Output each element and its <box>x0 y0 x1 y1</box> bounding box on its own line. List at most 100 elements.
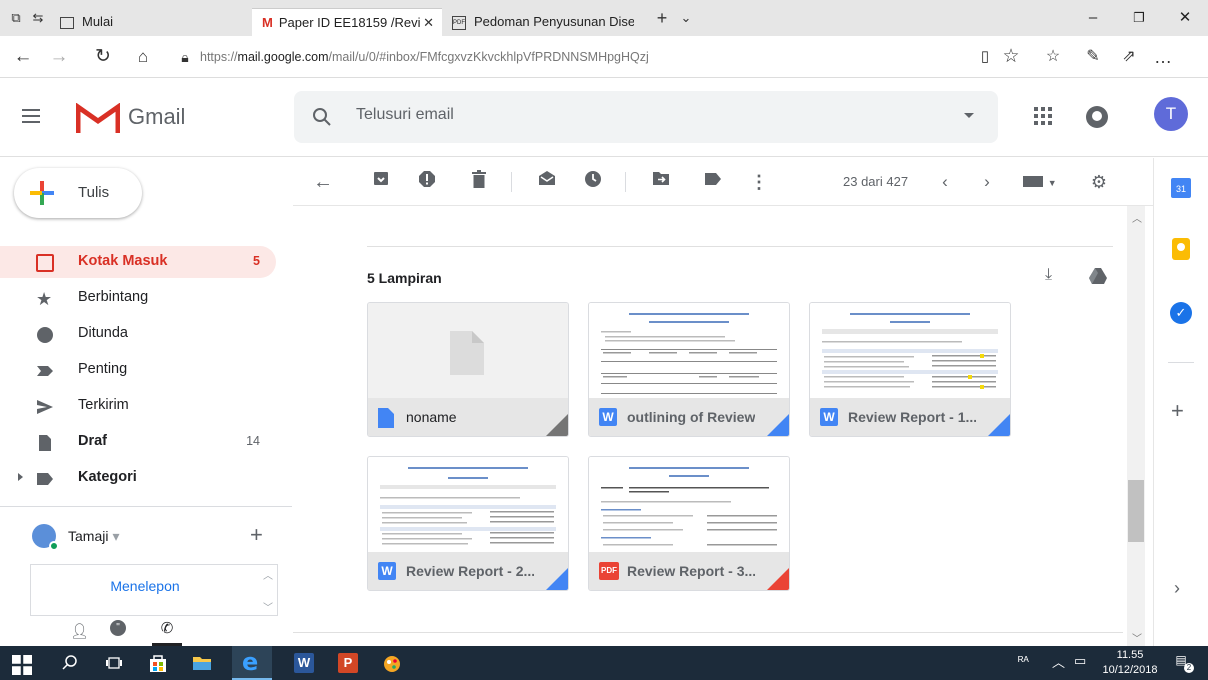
web-note-icon[interactable]: ✎ <box>1080 44 1106 70</box>
scroll-up-icon[interactable]: ︿ <box>1132 210 1142 225</box>
scrollbar-thumb[interactable] <box>1128 480 1144 542</box>
scroll-down-icon[interactable]: ﹀ <box>263 599 273 614</box>
nav-item-terkirim[interactable]: Terkirim <box>0 390 276 422</box>
search-icon[interactable] <box>60 653 80 673</box>
keep-icon[interactable] <box>1172 238 1190 260</box>
attachment-card-noname[interactable]: noname <box>367 302 569 437</box>
paint-app-icon[interactable] <box>382 653 402 673</box>
download-all-icon[interactable]: ⤓ <box>1045 266 1052 284</box>
toolbar-divider <box>625 172 626 192</box>
apps-grid-icon[interactable] <box>1034 107 1052 125</box>
restore-icon[interactable]: ❐ <box>1116 0 1162 36</box>
nav-item-kotak-masuk[interactable]: Kotak Masuk 5 <box>0 246 276 278</box>
attachment-card-review-report-1[interactable]: W Review Report - 1.... <box>809 302 1011 437</box>
show-side-panel-icon[interactable]: › <box>1174 578 1180 599</box>
browser-tab-mulai[interactable]: Mulai <box>54 8 250 36</box>
notifications-icon[interactable] <box>1086 106 1108 128</box>
tasks-icon[interactable]: ✓ <box>1170 302 1192 324</box>
favorites-hub-icon[interactable]: ☆ <box>1040 44 1066 70</box>
gmail-logo-text[interactable]: Gmail <box>128 104 185 130</box>
report-spam-icon[interactable] <box>415 170 439 194</box>
scroll-up-icon[interactable]: ︿ <box>263 567 273 582</box>
new-conversation-icon[interactable]: + <box>250 522 263 548</box>
browser-tab-pedoman[interactable]: PDF Pedoman Penyusunan Diser <box>444 8 634 36</box>
nav-item-berbintang[interactable]: ★ Berbintang <box>0 282 276 314</box>
more-icon[interactable]: … <box>1150 44 1176 70</box>
snooze-clock-icon[interactable] <box>581 170 605 194</box>
main-menu-icon[interactable] <box>22 109 40 123</box>
gmail-logo-icon[interactable] <box>76 103 120 135</box>
calendar-icon[interactable]: 31 <box>1171 178 1191 198</box>
edge-taskbar-button[interactable]: e <box>232 646 272 680</box>
minimize-icon[interactable]: – <box>1070 0 1116 36</box>
network-icon[interactable]: ▭ <box>1074 653 1086 669</box>
close-window-icon[interactable]: ✕ <box>1162 0 1208 36</box>
file-corner-fold <box>986 414 1010 436</box>
attachment-card-review-report-2[interactable]: W Review Report - 2.... <box>367 456 569 591</box>
favorite-star-icon[interactable]: ☆ <box>998 44 1024 70</box>
clock-time[interactable]: 11.55 <box>1098 649 1162 661</box>
main-scrollbar[interactable]: ︿ ﹀ <box>1127 206 1145 646</box>
attachment-card-review-report-3[interactable]: PDF Review Report - 3.... <box>588 456 790 591</box>
show-hidden-icons-icon[interactable]: ︿ <box>1052 652 1065 671</box>
call-link[interactable]: Menelepon <box>31 578 259 594</box>
refresh-icon[interactable]: ↻ <box>90 44 116 70</box>
save-to-drive-icon[interactable] <box>1089 268 1107 284</box>
nav-item-draf[interactable]: Draf 14 <box>0 426 276 458</box>
input-tools-icon[interactable]: ▼ <box>1021 170 1059 194</box>
clock-date[interactable]: 10/12/2018 <box>1098 664 1162 676</box>
hangouts-user[interactable]: Tamaji ▾ <box>68 528 120 545</box>
get-addons-plus-icon[interactable]: + <box>1171 398 1184 424</box>
search-box[interactable]: Telusuri email <box>294 91 998 143</box>
new-tab-icon[interactable]: + <box>654 9 670 27</box>
attachment-footer: W Review Report - 2.... <box>368 552 568 590</box>
browser-tab-paper[interactable]: M Paper ID EE18159 /Revi ✕ <box>252 8 442 36</box>
powerpoint-icon[interactable]: P <box>338 653 358 673</box>
windows-start-icon[interactable] <box>12 655 32 675</box>
people-icon[interactable]: ᴿᴬ <box>1018 654 1029 668</box>
home-icon[interactable]: ⌂ <box>130 44 156 70</box>
settings-gear-icon[interactable]: ⚙ <box>1087 170 1111 194</box>
url-field[interactable]: https://mail.google.com/mail/u/0/#inbox/… <box>200 46 960 68</box>
newer-icon[interactable]: ‹ <box>933 170 957 194</box>
hangouts-status-dropdown-icon[interactable]: ▾ <box>112 528 119 544</box>
contacts-icon[interactable]: 👤︎ <box>70 622 89 640</box>
share-icon[interactable]: ⇗ <box>1116 44 1142 70</box>
close-tab-icon[interactable]: ✕ <box>423 9 434 36</box>
tab-preview-chevron-icon[interactable]: ⌄ <box>678 10 694 26</box>
move-to-icon[interactable] <box>649 170 673 194</box>
scroll-down-icon[interactable]: ﹀ <box>1132 630 1142 645</box>
search-icon[interactable] <box>312 107 332 127</box>
hangouts-avatar[interactable] <box>32 524 59 551</box>
nav-item-ditunda[interactable]: Ditunda <box>0 318 276 350</box>
chat-quote-icon[interactable]: " <box>110 620 126 636</box>
word-icon[interactable]: W <box>294 653 314 673</box>
forward-icon[interactable]: → <box>46 44 72 70</box>
search-options-dropdown-icon[interactable] <box>964 113 974 118</box>
more-options-icon[interactable]: ⋮ <box>747 170 771 194</box>
set-aside-tabs-icon[interactable]: ⇆ <box>30 10 46 26</box>
draft-icon <box>39 435 51 451</box>
attachment-thumbnail <box>368 303 568 398</box>
back-to-inbox-icon[interactable]: ← <box>311 170 335 194</box>
expand-arrow-icon[interactable] <box>18 473 23 481</box>
archive-icon[interactable] <box>369 170 393 194</box>
attachment-card-outlining[interactable]: W outlining of Review... <box>588 302 790 437</box>
search-input[interactable]: Telusuri email <box>356 106 454 124</box>
tab-actions-icon[interactable]: ⧉ <box>8 10 24 26</box>
nav-item-kategori[interactable]: Kategori <box>0 462 276 494</box>
mark-unread-icon[interactable] <box>535 170 559 194</box>
side-panel-rail: 31 ✓ + › <box>1153 158 1208 646</box>
task-view-icon[interactable] <box>104 653 124 673</box>
phone-icon[interactable]: ✆ <box>152 616 182 646</box>
nav-item-penting[interactable]: Penting <box>0 354 276 386</box>
back-icon[interactable]: ← <box>10 44 36 70</box>
delete-icon[interactable] <box>467 170 491 194</box>
file-explorer-icon[interactable] <box>192 653 212 673</box>
older-icon[interactable]: › <box>975 170 999 194</box>
label-as-icon[interactable] <box>701 170 725 194</box>
reading-view-icon[interactable]: ▯ <box>972 44 998 70</box>
store-icon[interactable] <box>148 653 168 673</box>
account-avatar[interactable]: T <box>1154 97 1188 131</box>
compose-button[interactable]: Tulis <box>14 168 142 218</box>
